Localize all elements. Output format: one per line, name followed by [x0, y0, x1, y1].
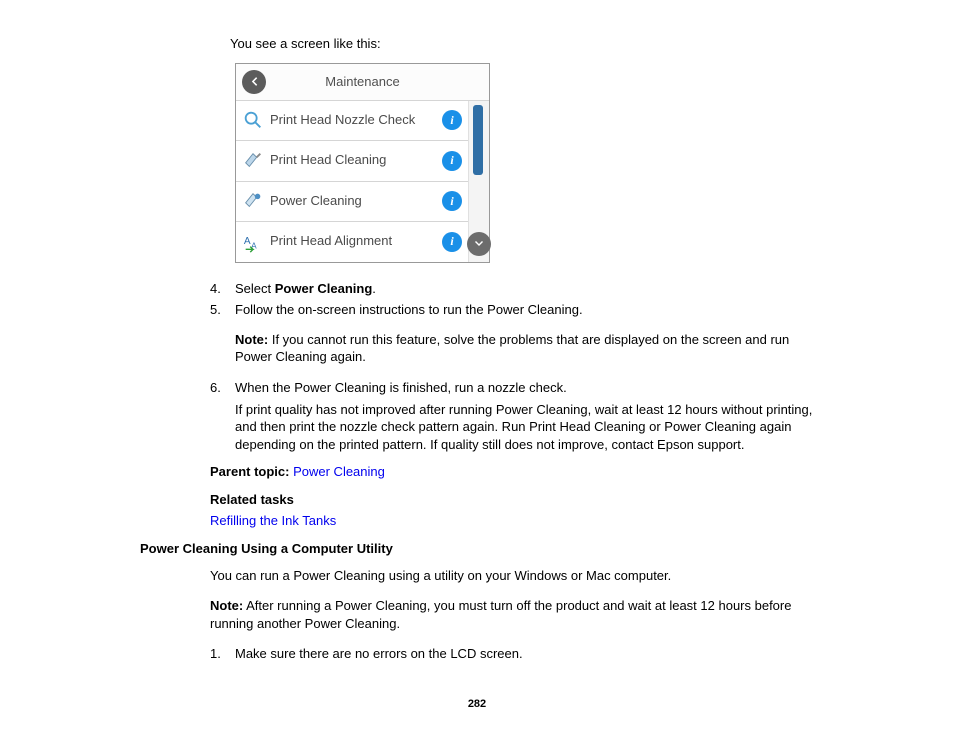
cleaning-icon	[242, 150, 264, 172]
section2-note: Note: After running a Power Cleaning, yo…	[210, 597, 829, 632]
chevron-down-icon	[473, 238, 485, 250]
stepb-1: 1. Make sure there are no errors on the …	[210, 646, 829, 661]
menu-item-power-cleaning[interactable]: Power Cleaning i	[236, 182, 468, 223]
section2-intro: You can run a Power Cleaning using a uti…	[210, 567, 829, 585]
scroll-down-button[interactable]	[467, 232, 491, 256]
info-icon[interactable]: i	[442, 151, 462, 171]
intro-text: You see a screen like this:	[230, 35, 829, 53]
device-title: Maintenance	[325, 74, 399, 89]
device-body: Print Head Nozzle Check i Print Head Cle…	[236, 101, 489, 262]
back-button[interactable]	[242, 70, 266, 94]
menu-label: Print Head Alignment	[270, 234, 438, 249]
related-tasks-heading: Related tasks	[210, 491, 829, 509]
menu-item-head-alignment[interactable]: AA Print Head Alignment i	[236, 222, 468, 262]
menu-item-nozzle-check[interactable]: Print Head Nozzle Check i	[236, 101, 468, 142]
step-number: 5.	[210, 302, 235, 317]
step-5: 5. Follow the on-screen instructions to …	[210, 302, 829, 317]
step-4: 4. Select Power Cleaning.	[210, 281, 829, 296]
device-scrollbar[interactable]	[468, 101, 489, 262]
svg-text:A: A	[244, 236, 251, 247]
device-list: Print Head Nozzle Check i Print Head Cle…	[236, 101, 468, 262]
power-cleaning-icon	[242, 190, 264, 212]
step-text: Make sure there are no errors on the LCD…	[235, 646, 829, 661]
related-task-link[interactable]: Refilling the Ink Tanks	[210, 513, 336, 528]
alignment-icon: AA	[242, 231, 264, 253]
step-number: 6.	[210, 380, 235, 395]
step-number: 4.	[210, 281, 235, 296]
page-number: 282	[0, 698, 954, 710]
step-6-followup: If print quality has not improved after …	[235, 401, 829, 454]
menu-label: Print Head Cleaning	[270, 153, 438, 168]
step-6: 6. When the Power Cleaning is finished, …	[210, 380, 829, 395]
info-icon[interactable]: i	[442, 191, 462, 211]
device-header: Maintenance	[236, 64, 489, 101]
menu-item-head-cleaning[interactable]: Print Head Cleaning i	[236, 141, 468, 182]
related-task-line: Refilling the Ink Tanks	[210, 512, 829, 530]
manual-page: You see a screen like this: Maintenance …	[0, 0, 954, 738]
step-text: Follow the on-screen instructions to run…	[235, 302, 829, 317]
info-icon[interactable]: i	[442, 110, 462, 130]
parent-topic-link[interactable]: Power Cleaning	[293, 464, 385, 479]
section-heading: Power Cleaning Using a Computer Utility	[140, 540, 829, 558]
step-number: 1.	[210, 646, 235, 661]
device-screenshot: Maintenance Print Head Nozzle Check i Pr…	[235, 63, 490, 263]
step-5-note: Note: If you cannot run this feature, so…	[235, 331, 829, 366]
info-icon[interactable]: i	[442, 232, 462, 252]
magnifier-icon	[242, 109, 264, 131]
arrow-left-icon	[248, 75, 261, 88]
step-text: Select Power Cleaning.	[235, 281, 829, 296]
menu-label: Power Cleaning	[270, 194, 438, 209]
parent-topic-line: Parent topic: Power Cleaning	[210, 463, 829, 481]
menu-label: Print Head Nozzle Check	[270, 113, 438, 128]
step-text: When the Power Cleaning is finished, run…	[235, 380, 829, 395]
scroll-thumb[interactable]	[473, 105, 483, 175]
